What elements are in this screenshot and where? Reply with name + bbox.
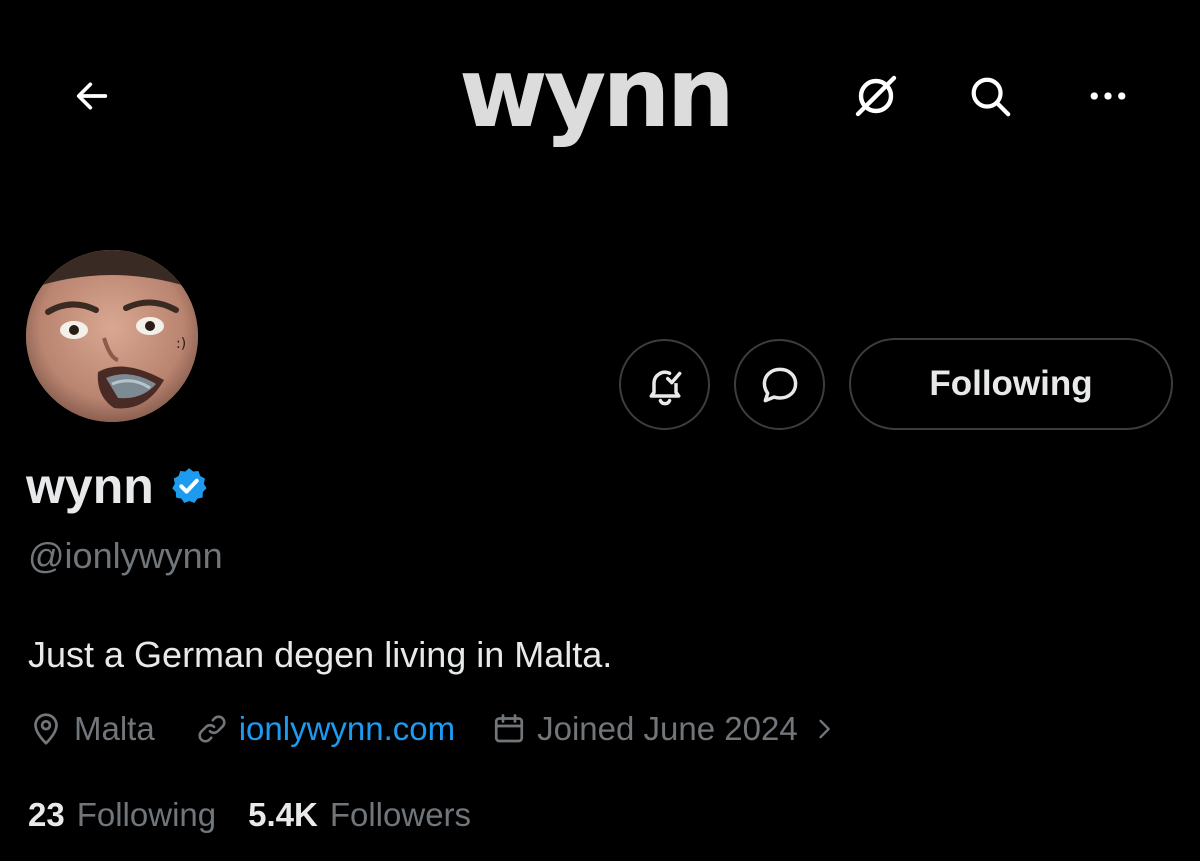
- joined-text: Joined June 2024: [537, 710, 798, 747]
- location-text: Malta: [74, 710, 155, 747]
- verified-badge-icon[interactable]: [168, 465, 210, 507]
- following-label: Following: [76, 796, 217, 833]
- following-count: 23: [28, 796, 65, 833]
- location-item: Malta: [28, 710, 155, 748]
- link-icon: [198, 715, 226, 743]
- bell-check-icon: [649, 370, 681, 405]
- display-name: wynn: [26, 458, 154, 514]
- following-button[interactable]: Following: [849, 338, 1173, 430]
- svg-text::): :): [176, 336, 186, 352]
- avatar-image: :): [26, 250, 198, 422]
- more-options-button[interactable]: [1076, 64, 1140, 128]
- arrow-left-icon: [76, 82, 108, 110]
- bio: Just a German degen living in Malta.: [28, 634, 613, 675]
- display-name-row: wynn: [26, 456, 210, 516]
- more-horizontal-icon: [1090, 92, 1126, 100]
- message-button[interactable]: [734, 339, 825, 430]
- following-stat[interactable]: 23 Following: [28, 796, 216, 834]
- grok-icon: [855, 75, 897, 117]
- calendar-icon: [495, 714, 524, 743]
- notifications-button[interactable]: [619, 339, 710, 430]
- banner-logo-text: wynn: [459, 48, 731, 149]
- search-button[interactable]: [958, 64, 1022, 128]
- location-pin-icon: [34, 713, 58, 745]
- grok-button[interactable]: [844, 64, 908, 128]
- profile-meta-row: Malta ionlywynn.com Joined June 2024: [28, 706, 838, 752]
- followers-stat[interactable]: 5.4K Followers: [248, 796, 471, 834]
- follow-stats: 23 Following 5.4K Followers: [28, 792, 471, 838]
- avatar[interactable]: :): [26, 250, 198, 422]
- profile-page: wynn:) Following wynn @ionlywynn Just a…: [0, 0, 1200, 861]
- handle: @ionlywynn: [28, 535, 223, 576]
- back-button[interactable]: [60, 64, 124, 128]
- chat-bubble-icon: [762, 367, 797, 402]
- followers-label: Followers: [329, 796, 472, 833]
- website-link[interactable]: ionlywynn.com: [239, 710, 455, 748]
- joined-item[interactable]: Joined June 2024: [491, 710, 838, 748]
- chevron-right-icon: [819, 719, 830, 739]
- banner-logo: wynn: [459, 48, 735, 149]
- website-item[interactable]: ionlywynn.com: [195, 710, 455, 748]
- search-icon: [971, 77, 1011, 117]
- followers-count: 5.4K: [248, 796, 318, 833]
